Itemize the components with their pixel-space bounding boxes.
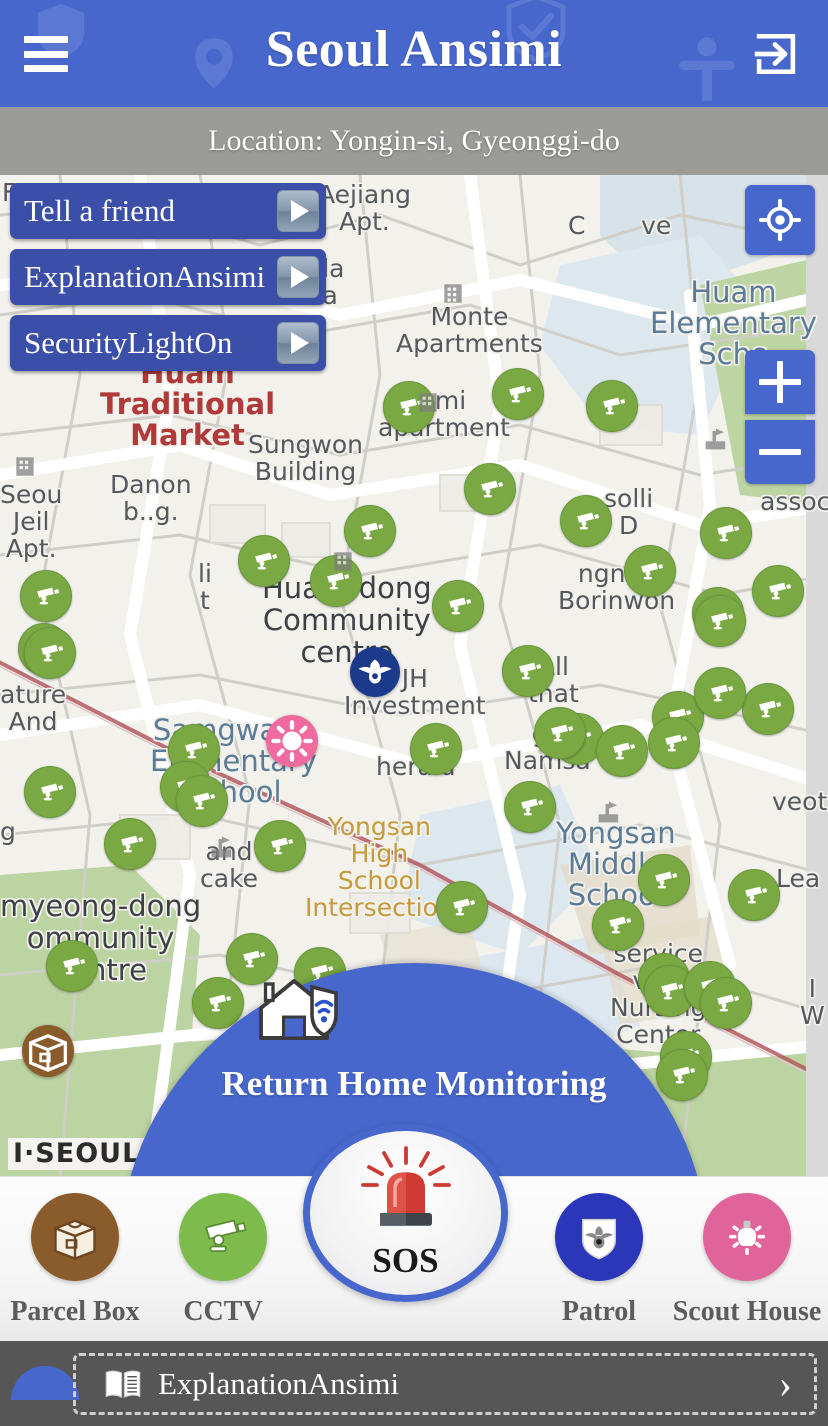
cctv-camera-icon [205, 1219, 247, 1252]
quick-actions-panel: Tell a friend ExplanationAnsimi SecurityLi… [10, 183, 326, 381]
cctv-map-marker[interactable] [592, 899, 644, 951]
play-triangle [291, 332, 309, 354]
cctv-map-marker[interactable] [24, 766, 76, 818]
crosshair-locate-icon [758, 198, 802, 242]
footer-explanation-button[interactable]: ExplanationAnsimi › [73, 1353, 817, 1415]
cctv-map-marker[interactable] [742, 683, 794, 735]
cctv-map-marker[interactable] [410, 723, 462, 775]
footer-explanation-label: ExplanationAnsimi [158, 1366, 400, 1401]
cctv-map-marker[interactable] [560, 495, 612, 547]
patrol-marker[interactable] [350, 647, 400, 697]
scout-house-circle [703, 1193, 791, 1281]
parcel-marker[interactable] [22, 1025, 74, 1077]
seoul-watermark: I·SEOUL [8, 1138, 146, 1170]
parcel-box-icon [54, 1219, 96, 1260]
parcel-box-circle [31, 1193, 119, 1281]
cctv-map-marker[interactable] [464, 463, 516, 515]
cctv-map-marker[interactable] [254, 820, 306, 872]
quick-action-label: SecurityLightOn [24, 325, 233, 360]
footer-dome-decoration [11, 1366, 79, 1400]
cctv-map-marker[interactable] [46, 940, 98, 992]
building-icon [419, 393, 437, 412]
sos-label: SOS [372, 1241, 439, 1280]
cctv-map-marker[interactable] [752, 565, 804, 617]
open-book-icon [105, 1370, 141, 1398]
logout-icon [754, 33, 796, 75]
play-icon[interactable] [277, 190, 319, 232]
building-icon [444, 284, 462, 303]
cctv-map-marker[interactable] [502, 645, 554, 697]
play-icon[interactable] [277, 256, 319, 298]
school-flag-icon [211, 836, 232, 858]
play-triangle [291, 200, 309, 222]
logout-button[interactable] [750, 28, 802, 80]
map-right-edge [806, 175, 828, 1176]
cctv-map-marker[interactable] [638, 854, 690, 906]
cctv-map-marker[interactable] [648, 717, 700, 769]
chevron-right-icon: › [778, 1361, 792, 1406]
minus-icon [759, 449, 801, 455]
cctv-map-marker[interactable] [436, 881, 488, 933]
return-home-label: Return Home Monitoring [221, 1064, 607, 1103]
cctv-map-marker[interactable] [24, 627, 76, 679]
lightbulb-icon [728, 1220, 766, 1256]
app-title: Seoul Ansimi [265, 21, 563, 78]
cctv-map-marker[interactable] [534, 707, 586, 759]
nav-label-cctv: CCTV [183, 1296, 263, 1327]
building-icon [16, 457, 34, 476]
cctv-map-marker[interactable] [20, 570, 72, 622]
nav-item-cctv[interactable]: CCTV [148, 1193, 298, 1328]
nav-item-scout-house[interactable]: Scout House [672, 1193, 822, 1328]
police-shield-icon [581, 1218, 617, 1260]
play-triangle [291, 266, 309, 288]
quick-action-label: ExplanationAnsimi [24, 259, 266, 294]
zoom-in-button[interactable] [745, 350, 815, 414]
school-flag-icon [705, 428, 726, 450]
building-icon [334, 552, 352, 571]
play-icon[interactable] [277, 322, 319, 364]
cctv-map-marker[interactable] [694, 595, 746, 647]
cctv-map-marker[interactable] [596, 725, 648, 777]
cctv-map-marker[interactable] [238, 535, 290, 587]
scout-marker[interactable] [266, 715, 318, 767]
cctv-map-marker[interactable] [176, 775, 228, 827]
sos-button[interactable]: SOS [303, 1124, 508, 1302]
cctv-map-marker[interactable] [104, 818, 156, 870]
nav-label-patrol: Patrol [561, 1296, 637, 1327]
app-root: FunnyAejiang Apt.C veolla daHuam Element… [0, 0, 828, 1426]
siren-light-icon [360, 1146, 451, 1226]
cctv-map-marker[interactable] [504, 781, 556, 833]
footer-bar: ExplanationAnsimi › [0, 1341, 828, 1426]
zoom-out-button[interactable] [745, 420, 815, 484]
cctv-map-marker[interactable] [700, 977, 752, 1029]
location-text: Location: Yongin-si, Gyeonggi-do [208, 124, 620, 157]
cctv-map-marker[interactable] [432, 580, 484, 632]
plus-icon-v [777, 361, 783, 403]
nav-label-parcel-box: Parcel Box [10, 1296, 140, 1327]
school-flag-icon [598, 801, 619, 823]
app-header: Seoul Ansimi [0, 0, 828, 107]
cctv-map-marker[interactable] [694, 667, 746, 719]
quick-action-button-0[interactable]: Tell a friend [10, 183, 326, 239]
quick-action-button-2[interactable]: SecurityLightOn [10, 315, 326, 371]
nav-item-parcel-box[interactable]: Parcel Box [0, 1193, 150, 1328]
cctv-map-marker[interactable] [700, 507, 752, 559]
location-bar: Location: Yongin-si, Gyeonggi-do [0, 107, 828, 175]
cctv-circle [179, 1193, 267, 1281]
patrol-circle [555, 1193, 643, 1281]
quick-action-button-1[interactable]: ExplanationAnsimi [10, 249, 326, 305]
nav-item-patrol[interactable]: Patrol [524, 1193, 674, 1328]
locate-me-button[interactable] [745, 185, 815, 255]
cctv-map-marker[interactable] [586, 380, 638, 432]
cctv-map-marker[interactable] [492, 368, 544, 420]
cctv-map-marker[interactable] [728, 869, 780, 921]
cctv-map-marker[interactable] [624, 545, 676, 597]
nav-label-scout-house: Scout House [672, 1296, 822, 1327]
quick-action-label: Tell a friend [24, 193, 176, 228]
home-shield-wifi-icon [259, 979, 338, 1040]
seoul-watermark-text: I·SEOUL [13, 1138, 141, 1169]
